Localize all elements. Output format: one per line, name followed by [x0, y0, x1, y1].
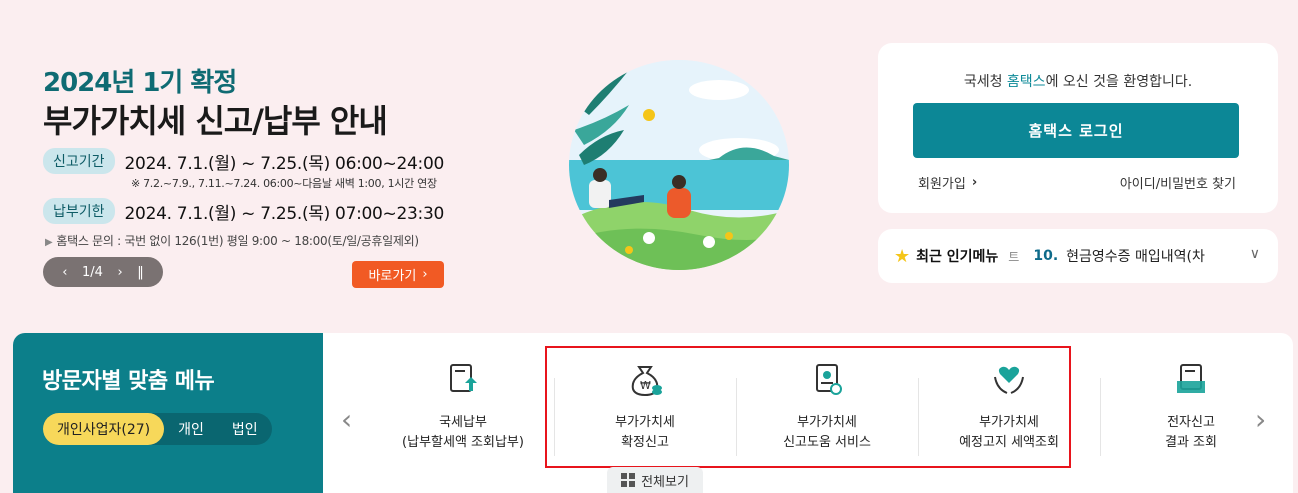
document-upload-icon: [450, 364, 477, 392]
banner: 2024년 1기 확정 부가가치세 신고/납부 안내 신고기간 2024. 7.…: [0, 0, 1298, 340]
tab-individual[interactable]: 개인: [164, 413, 218, 445]
chevron-right-icon: ›: [971, 175, 978, 190]
join-label: 회원가입: [918, 177, 966, 192]
grid-icon: [621, 473, 636, 487]
banner-title: 부가가치세 신고/납부 안내: [43, 102, 388, 140]
pager-count: 1/4: [82, 264, 103, 280]
welcome-brand: 홈택스: [1006, 74, 1046, 90]
welcome-text: 국세청 홈택스에 오신 것을 환영합니다.: [878, 71, 1278, 91]
filing-period-row: 신고기간 2024. 7.1.(월) ~ 7.25.(목) 06:00~24:0…: [43, 148, 444, 174]
visitor-type-tabs: 개인사업자(27) 개인 법인: [43, 413, 272, 445]
login-card: 국세청 홈택스에 오신 것을 환영합니다. 홈택스 로그인 회원가입 › 아이디…: [878, 43, 1278, 213]
tab-corporation[interactable]: 법인: [218, 413, 272, 445]
popular-title: 최근 인기메뉴: [916, 249, 999, 265]
menu-item-e-filing-result[interactable]: 전자신고 결과 조회: [1101, 333, 1281, 493]
label-line2: (납부할세액 조회납부): [402, 435, 524, 450]
star-icon: ★: [894, 245, 911, 267]
filing-period: 2024. 7.1.(월) ~ 7.25.(목) 06:00~24:00: [124, 153, 445, 174]
menu-item-label: 전자신고 결과 조회: [1101, 413, 1281, 453]
banner-subtitle: 2024년 1기 확정: [43, 68, 237, 98]
view-all-button[interactable]: 전체보기: [607, 467, 703, 493]
prev-slide-icon[interactable]: ‹: [62, 265, 67, 280]
tab-individual-business[interactable]: 개인사업자(27): [43, 413, 165, 445]
login-button[interactable]: 홈택스 로그인: [913, 103, 1239, 158]
chevron-down-icon[interactable]: ∨: [1250, 246, 1260, 262]
join-link[interactable]: 회원가입 ›: [918, 173, 977, 192]
label-line1: 전자신고: [1167, 415, 1215, 430]
welcome-suffix: 에 오신 것을 환영합니다.: [1045, 74, 1193, 90]
menu-item-label: 국세납부 (납부할세액 조회납부): [373, 413, 553, 453]
filing-note: ※ 7.2.~7.9., 7.11.~7.24. 06:00~다음날 새벽 1:…: [131, 177, 437, 190]
triangle-icon: ▶: [45, 237, 53, 248]
pause-icon[interactable]: ‖: [137, 265, 144, 280]
popular-cut-text: 트: [1008, 249, 1020, 264]
popular-rank: 10.: [1033, 248, 1059, 264]
payment-period: 2024. 7.1.(월) ~ 7.25.(목) 07:00~23:30: [124, 203, 445, 224]
payment-period-row: 납부기한 2024. 7.1.(월) ~ 7.25.(목) 07:00~23:3…: [43, 198, 444, 224]
popular-menu[interactable]: ★ 최근 인기메뉴 트 10. 현금영수증 매입내역(차 ∨: [878, 229, 1278, 283]
next-slide-icon[interactable]: ›: [117, 265, 122, 280]
prev-menu-arrow-icon[interactable]: ‹: [341, 403, 352, 436]
inquiry-text: ▶ 홈택스 문의 : 국번 없이 126(1번) 평일 9:00 ~ 18:00(…: [45, 232, 419, 249]
find-id-link[interactable]: 아이디/비밀번호 찾기: [1120, 173, 1236, 192]
beach-illustration: [569, 60, 789, 270]
view-all-label: 전체보기: [641, 474, 689, 490]
filing-label: 신고기간: [43, 148, 115, 174]
banner-pager: ‹ 1/4 › ‖: [43, 257, 163, 287]
label-line2: 결과 조회: [1165, 435, 1217, 450]
highlight-box: [545, 346, 1071, 468]
go-button[interactable]: 바로가기 ›: [352, 261, 444, 288]
custom-menu-title: 방문자별 맞춤 메뉴: [42, 369, 215, 394]
chevron-right-icon: ›: [422, 267, 428, 282]
menu-item-tax-payment[interactable]: 국세납부 (납부할세액 조회납부): [373, 333, 553, 493]
popular-item[interactable]: 현금영수증 매입내역(차: [1066, 246, 1206, 266]
go-button-label: 바로가기: [368, 269, 417, 284]
inquiry-label: 홈택스 문의 : 국번 없이 126(1번) 평일 9:00 ~ 18:00(토…: [56, 234, 419, 248]
payment-label: 납부기한: [43, 198, 115, 224]
document-folder-icon: [1177, 364, 1205, 393]
label-line1: 국세납부: [439, 415, 487, 430]
welcome-prefix: 국세청: [963, 74, 1007, 90]
custom-menu-header: 방문자별 맞춤 메뉴 개인사업자(27) 개인 법인: [13, 333, 323, 493]
